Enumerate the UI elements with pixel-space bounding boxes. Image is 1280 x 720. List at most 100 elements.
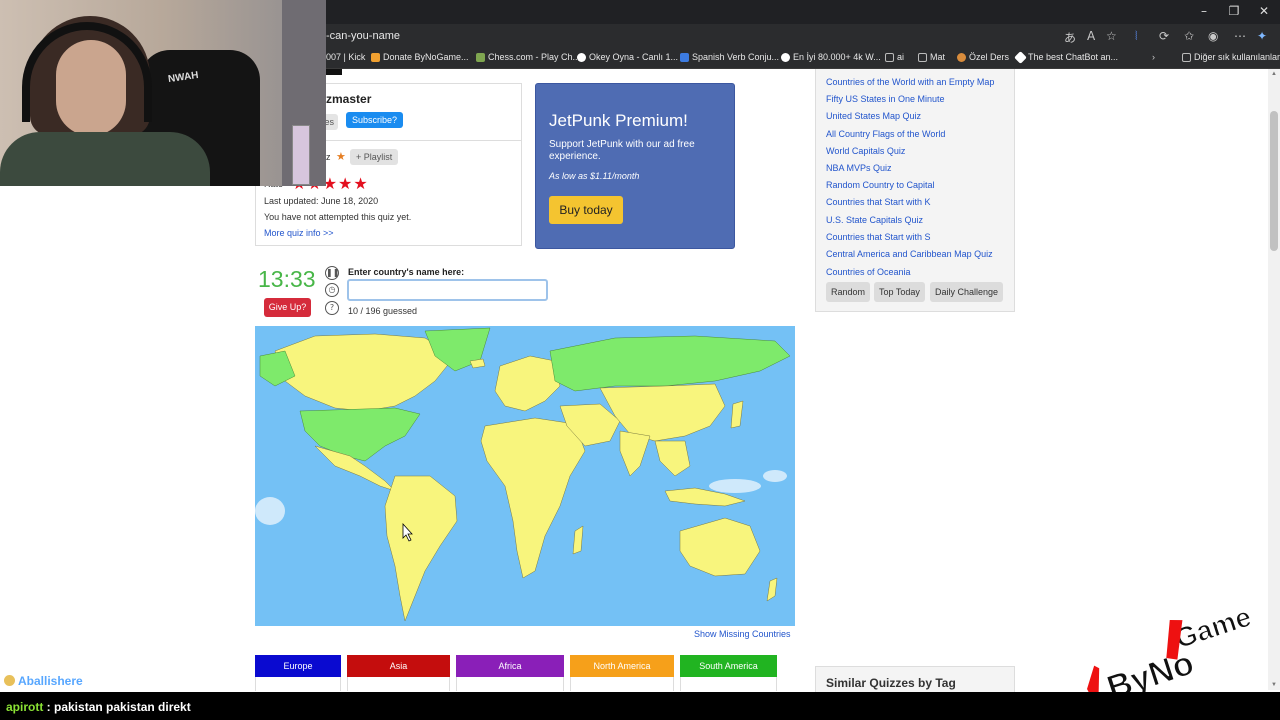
bookmark-8[interactable]: Özel Ders (957, 52, 1009, 62)
bookmark-9[interactable]: The best ChatBot an... (1014, 50, 1118, 64)
bookmark-7[interactable]: Mat (918, 52, 945, 62)
chat-username: Aballishere (18, 674, 83, 688)
bookmark-favicon (1014, 50, 1027, 64)
chat-message: apirott : pakistan pakistan direkt (6, 700, 191, 714)
attempt-status: You have not attempted this quiz yet. (264, 212, 412, 222)
favorite-star-icon[interactable]: ☆ (1106, 29, 1117, 43)
continent-tab-africa[interactable]: Africa (456, 655, 564, 677)
minimize-icon[interactable]: – (1196, 4, 1212, 18)
clock-icon[interactable]: ◷ (325, 283, 339, 297)
bookmark-2[interactable]: Chess.com - Play Ch... (476, 52, 580, 62)
favorite-star-icon[interactable]: ★ (336, 150, 346, 163)
daily-challenge-button[interactable]: Daily Challenge (930, 282, 1004, 302)
random-button[interactable]: Random (826, 282, 871, 302)
url-text[interactable]: -can-you-name (326, 30, 400, 42)
folder-icon (1182, 52, 1191, 62)
extension-icon[interactable]: ⦚ (1135, 29, 1138, 44)
read-aloud-icon[interactable]: A (1087, 29, 1095, 43)
entry-label: Enter country's name here: (348, 267, 465, 277)
buy-today-button[interactable]: Buy today (549, 196, 623, 224)
pacific-islands-highlight (709, 479, 761, 493)
chat-text: : avustralia (82, 674, 145, 688)
logo-text-bynogame-2: Game (1171, 601, 1255, 655)
bookmark-6[interactable]: ai (885, 52, 904, 62)
sidebar-link[interactable]: All Country Flags of the World (826, 129, 945, 139)
bookmark-favicon (476, 52, 485, 62)
bookmarks-overflow-icon[interactable]: › (1152, 52, 1155, 62)
bynogame-logo: ByNo Game (1087, 600, 1256, 692)
close-icon[interactable]: ✕ (1256, 4, 1272, 18)
last-updated: Last updated: June 18, 2020 (264, 196, 379, 206)
sidebar-link[interactable]: Countries that Start with K (826, 197, 931, 207)
sidebar-link[interactable]: U.S. State Capitals Quiz (826, 215, 923, 225)
quiz-timer: 13:33 (258, 266, 316, 292)
top-today-button[interactable]: Top Today (874, 282, 925, 302)
sidebar-link[interactable]: World Capitals Quiz (826, 146, 905, 156)
continent-column (680, 677, 777, 691)
scroll-thumb[interactable] (1270, 111, 1278, 251)
subscribe-button[interactable]: Subscribe? (346, 112, 404, 128)
restore-icon[interactable]: ❐ (1226, 4, 1242, 18)
chat-message: Aballishere : avustralia (4, 674, 144, 688)
sidebar-link[interactable]: Central America and Caribbean Map Quiz (826, 249, 993, 259)
help-icon[interactable]: ? (325, 301, 339, 315)
bookmark-1[interactable]: Donate ByNoGame... (371, 52, 469, 62)
sidebar-link[interactable]: Countries of the World with an Empty Map (826, 77, 994, 87)
other-bookmarks[interactable]: Diğer sık kullanılanlar (1182, 52, 1280, 62)
folder-icon (918, 52, 927, 62)
country-answer-input[interactable] (347, 279, 548, 301)
screen: { "browser": { "url_visible": "-can-you-… (0, 0, 1280, 720)
profile-icon[interactable]: ◉ (1208, 29, 1218, 43)
continent-column (255, 677, 341, 691)
vertical-scrollbar[interactable]: ▲ ▼ (1268, 69, 1280, 690)
sidebar-link[interactable]: Fifty US States in One Minute (826, 94, 945, 104)
bookmark-favicon (680, 52, 689, 62)
continent-tab-asia[interactable]: Asia (347, 655, 450, 677)
bookmark-favicon (957, 52, 966, 62)
chat-text: : pakistan pakistan direkt (43, 700, 191, 714)
header-bar-fragment (326, 69, 342, 75)
popular-quizzes-sidebar: Countries of the World with an Empty Map… (815, 69, 1015, 312)
bookmark-4[interactable]: Spanish Verb Conju... (680, 52, 779, 62)
smiley-icon (4, 675, 15, 686)
more-menu-icon[interactable]: ⋯ (1234, 29, 1246, 43)
quiz-label: z (326, 152, 331, 162)
bookmark-favicon (577, 52, 586, 62)
world-map[interactable] (255, 326, 795, 626)
pc-case (292, 125, 310, 185)
refresh-icon[interactable]: ⟳ (1159, 29, 1169, 43)
premium-text: Support JetPunk with our ad free experie… (549, 139, 695, 162)
chat-username: apirott (6, 700, 44, 714)
author-name[interactable]: zmaster (326, 92, 371, 106)
favorites-icon[interactable]: ✩ (1184, 29, 1194, 43)
continent-column (456, 677, 564, 691)
webcam-overlay: NWAH (0, 0, 326, 186)
continent-tab-north-america[interactable]: North America (570, 655, 674, 677)
translate-icon[interactable]: あ (1064, 29, 1076, 46)
continent-column (570, 677, 674, 691)
bookmark-favicon (781, 52, 790, 62)
folder-icon (885, 52, 894, 62)
playlist-button[interactable]: + Playlist (350, 149, 399, 165)
give-up-button[interactable]: Give Up? (264, 298, 311, 317)
show-missing-link[interactable]: Show Missing Countries (694, 629, 791, 639)
bookmark-5[interactable]: En İyi 80.000+ 4k W... (781, 52, 881, 62)
pacific-islands-highlight (763, 470, 787, 482)
bookmark-favicon (371, 52, 380, 62)
premium-price: As low as $1.11/month (549, 171, 640, 181)
sidebar-link[interactable]: Countries of Oceania (826, 267, 911, 277)
sidebar-link[interactable]: United States Map Quiz (826, 111, 921, 121)
sidebar-link[interactable]: Countries that Start with S (826, 232, 931, 242)
bookmark-0[interactable]: 007 | Kick (326, 52, 365, 62)
pause-icon[interactable]: ❚❚ (325, 266, 339, 280)
continent-tab-europe[interactable]: Europe (255, 655, 341, 677)
more-info-link[interactable]: More quiz info >> (264, 228, 334, 238)
streamer-shirt (0, 132, 210, 186)
sidebar-link[interactable]: NBA MVPs Quiz (826, 163, 892, 173)
continent-column (347, 677, 450, 691)
bookmark-3[interactable]: Okey Oyna - Canlı 1... (577, 52, 678, 62)
continent-tab-south-america[interactable]: South America (680, 655, 777, 677)
copilot-icon[interactable]: ✦ (1257, 29, 1267, 43)
scroll-up-icon[interactable]: ▲ (1271, 71, 1277, 77)
sidebar-link[interactable]: Random Country to Capital (826, 180, 935, 190)
